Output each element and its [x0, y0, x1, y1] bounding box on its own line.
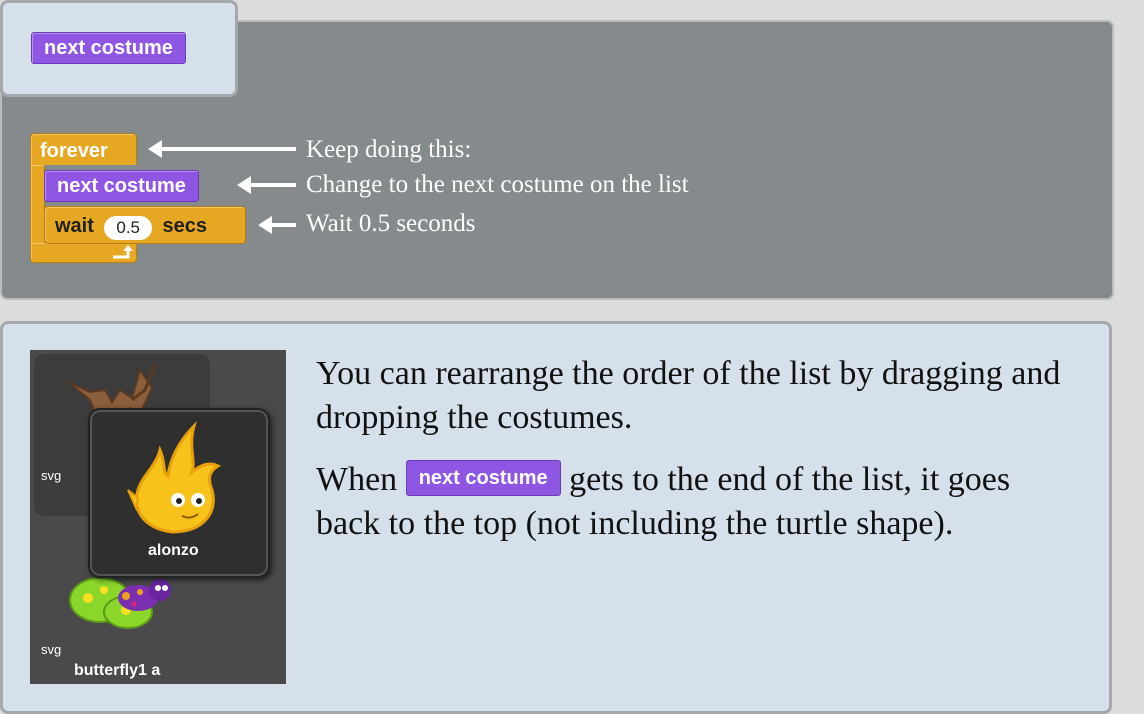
wait-seconds-input[interactable]: 0.5: [104, 215, 152, 240]
arrow-forever: [148, 140, 296, 158]
arrow-wait: [258, 216, 296, 234]
caption-next-costume: Change to the next costume on the list: [306, 171, 689, 198]
costume-list[interactable]: svg svg butterfly1 a alonzo: [30, 350, 286, 684]
next-costume-block-in-script[interactable]: next costume: [44, 170, 199, 202]
secs-label: secs: [162, 215, 207, 237]
wait-block[interactable]: wait 0.5 secs: [44, 206, 246, 244]
paragraph-wrap-around: When next costume gets to the end of the…: [316, 458, 1076, 546]
inline-next-costume-block: next costume: [405, 460, 561, 497]
costume-2-name: butterfly1 a: [74, 662, 161, 679]
loop-arrow-icon: [113, 245, 133, 259]
costume-1-type: svg: [41, 468, 62, 483]
caption-forever: Keep doing this:: [306, 136, 472, 163]
paragraph-rearrange: You can rearrange the order of the list …: [316, 355, 1061, 436]
caption-wait: Wait 0.5 seconds: [306, 210, 476, 237]
butterfly-costume-icon: [69, 577, 171, 629]
forever-label: forever: [40, 140, 108, 162]
next-costume-block[interactable]: next costume: [31, 32, 186, 64]
forever-arm: [30, 165, 45, 243]
palette-tab: next costume: [0, 0, 238, 97]
arrow-next-costume: [237, 176, 296, 194]
costume-dragged-name: alonzo: [148, 542, 199, 559]
para2-before: When: [316, 461, 398, 498]
costume-2-type: svg: [41, 642, 62, 657]
dragged-costume-alonzo[interactable]: alonzo: [88, 408, 270, 578]
alonzo-costume-icon: [127, 420, 222, 534]
wait-label: wait: [55, 215, 94, 237]
